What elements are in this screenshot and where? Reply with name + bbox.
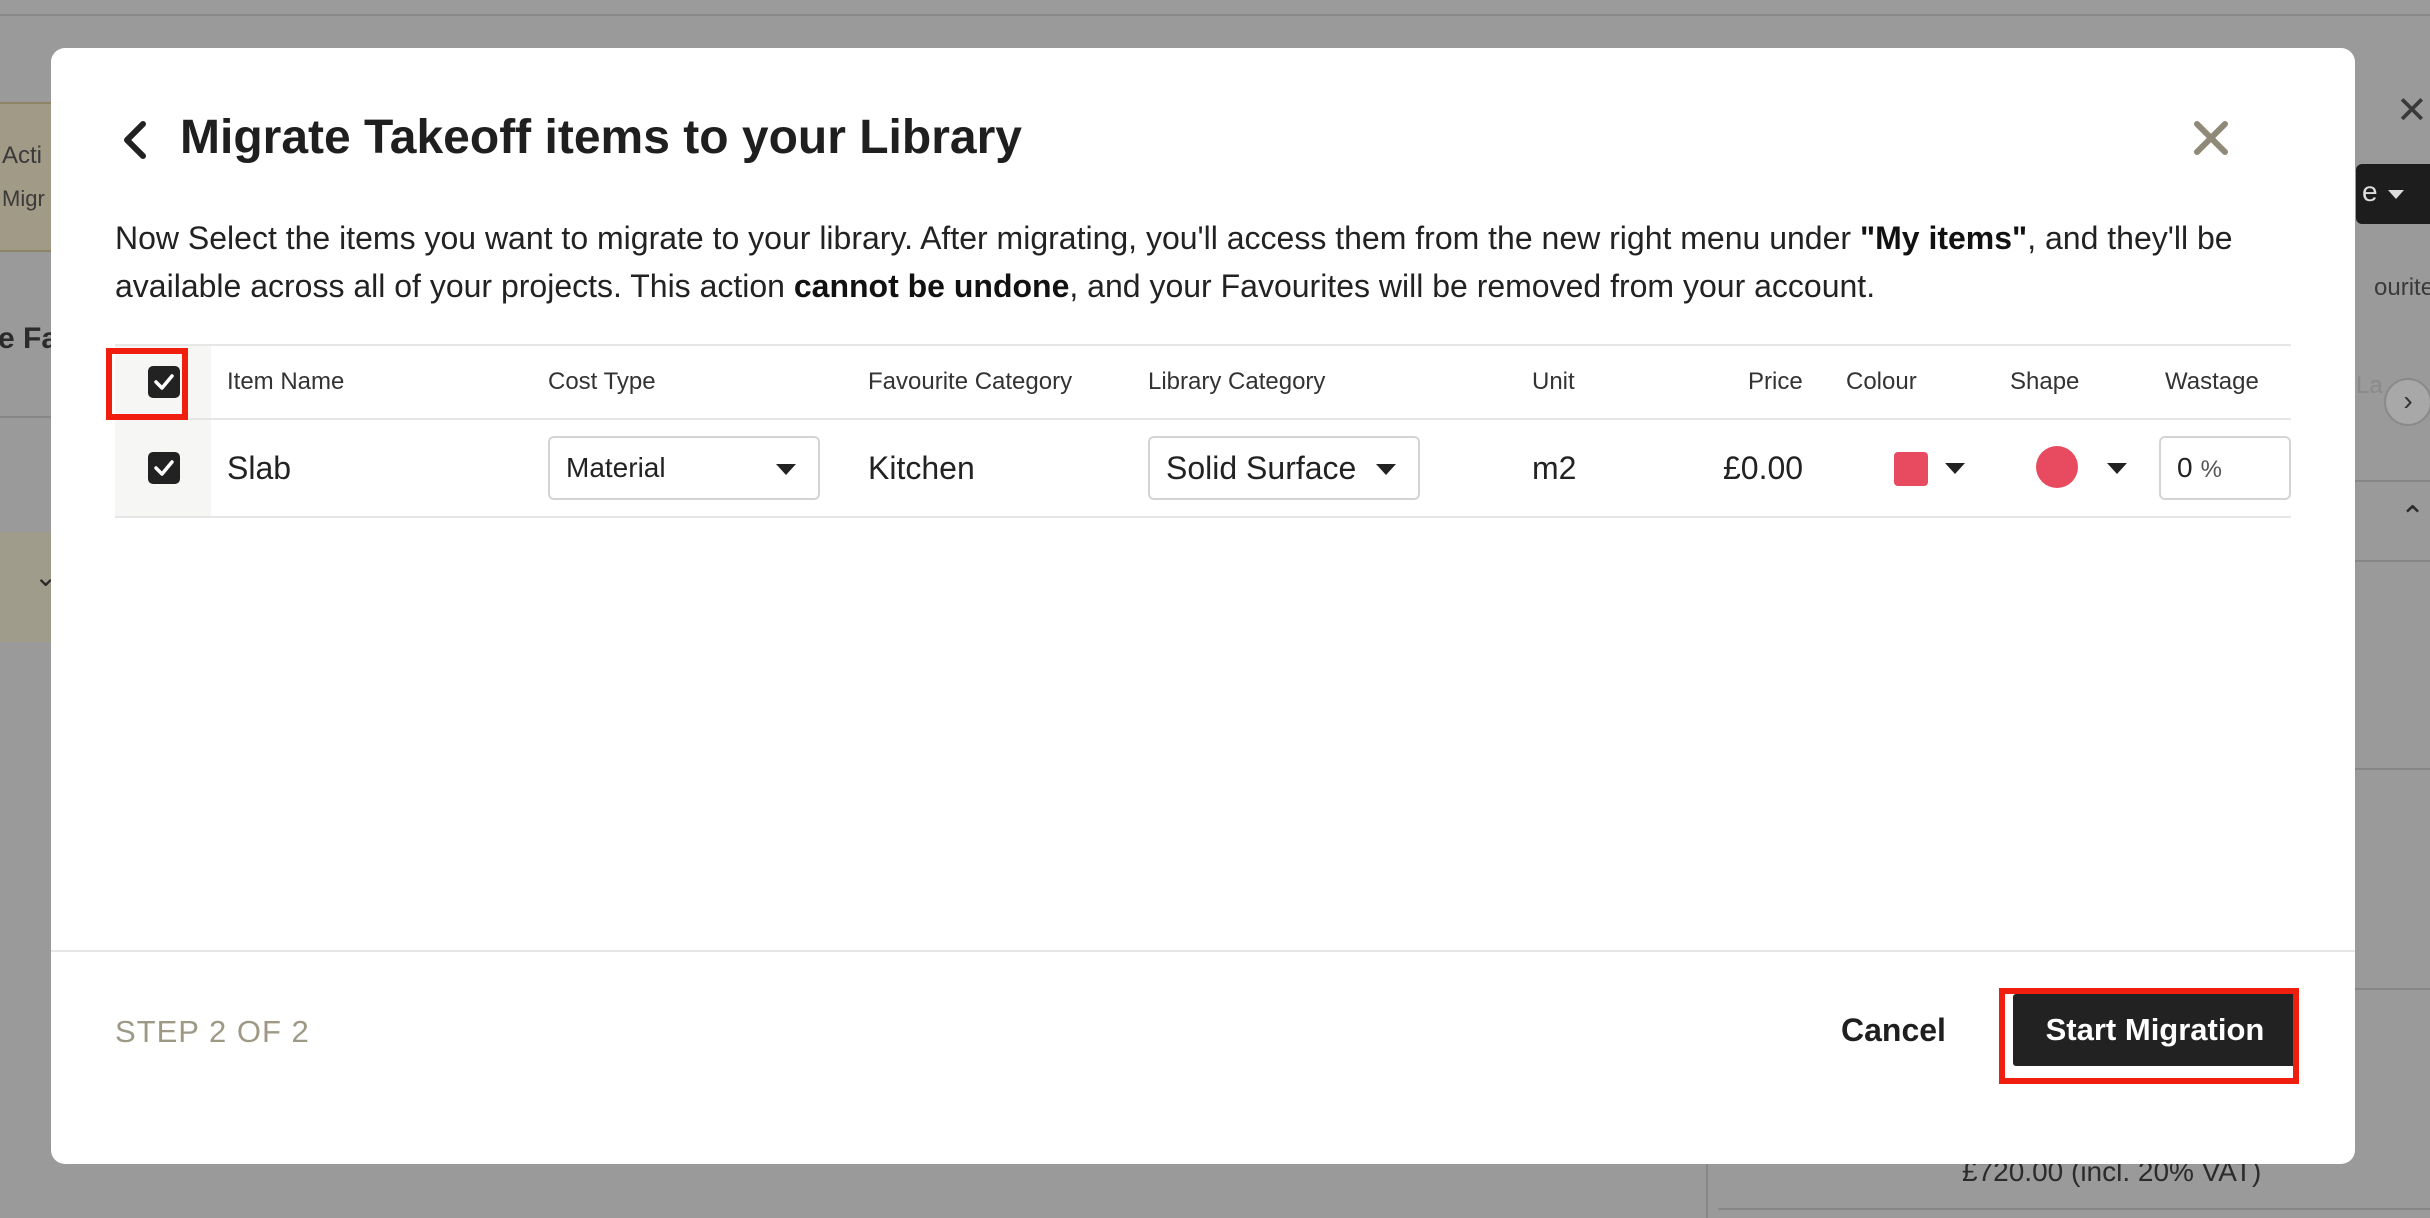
chevron-down-icon [776, 464, 796, 475]
library-category-value: Solid Surface [1166, 450, 1357, 486]
close-button[interactable] [2189, 116, 2233, 160]
description-my-items: "My items" [1859, 220, 2028, 256]
header-unit: Unit [1532, 368, 1575, 395]
background-heading: e Fa [0, 322, 59, 355]
background-chevron-up-icon: ⌃ [2400, 501, 2426, 534]
background-tab-text: La [2356, 372, 2383, 399]
shape-circle-icon[interactable] [2036, 446, 2078, 488]
close-icon [2194, 121, 2228, 155]
description-text-1: Now Select the items you want to migrate… [115, 220, 1860, 256]
library-category-select[interactable]: Solid Surface [1148, 436, 1420, 500]
background-divider-right-4 [2354, 988, 2430, 990]
header-colour: Colour [1846, 368, 1917, 395]
background-close-icon: ✕ [2396, 90, 2428, 132]
table-row: Slab Material Kitchen Solid Surface m2 £… [115, 420, 2291, 518]
chevron-down-icon [1376, 464, 1396, 475]
cancel-button[interactable]: Cancel [1841, 1006, 1946, 1054]
shape-dropdown-icon[interactable] [2107, 463, 2127, 474]
header-shape: Shape [2010, 368, 2080, 395]
background-chevron-down-icon [2388, 190, 2404, 199]
cost-type-value: Material [566, 452, 666, 483]
wastage-input[interactable]: 0% [2159, 436, 2291, 500]
header-cost-type: Cost Type [548, 368, 656, 395]
background-divider-right [2354, 480, 2430, 482]
background-top-bar [0, 0, 2430, 16]
header-wastage: Wastage [2165, 368, 2259, 395]
colour-dropdown-icon[interactable] [1945, 463, 1965, 474]
background-dropdown-button: e [2356, 164, 2430, 224]
background-bottom-divider [1718, 1208, 2430, 1210]
colour-swatch[interactable] [1894, 452, 1928, 486]
background-dropdown-label: e [2362, 176, 2378, 207]
cost-type-select[interactable]: Material [548, 436, 820, 500]
checkmark-icon [154, 374, 174, 390]
description-text-3: , and your Favourites will be removed fr… [1069, 268, 1876, 304]
description-cannot-undo: cannot be undone [793, 268, 1070, 304]
migrate-modal: Migrate Takeoff items to your Library No… [51, 48, 2355, 1164]
row-checkbox[interactable] [148, 452, 180, 484]
wastage-value: 0 [2177, 452, 2193, 483]
header-item-name: Item Name [227, 368, 345, 395]
items-table: Item Name Cost Type Favourite Category L… [115, 344, 2291, 518]
unit-cell: m2 [1532, 450, 1577, 486]
header-price: Price [1748, 368, 1803, 395]
start-migration-button[interactable]: Start Migration [2013, 994, 2297, 1066]
select-all-checkbox[interactable] [148, 366, 180, 398]
header-favourite-category: Favourite Category [868, 368, 1073, 395]
chevron-left-icon [124, 121, 146, 159]
item-name-cell: Slab [227, 450, 292, 486]
background-divider-right-3 [2354, 768, 2430, 770]
background-action-card [0, 102, 54, 252]
background-favourites-text: ourites [2374, 274, 2430, 301]
checkmark-icon [154, 460, 174, 476]
back-button[interactable] [115, 118, 159, 162]
background-divider-right-2 [2354, 560, 2430, 562]
background-chevron-right-icon: › [2384, 378, 2430, 426]
table-header-row: Item Name Cost Type Favourite Category L… [115, 344, 2291, 420]
background-card-subtitle: Migr [2, 186, 45, 211]
price-cell: £0.00 [1723, 450, 1804, 486]
favourite-category-cell: Kitchen [868, 450, 975, 486]
header-library-category: Library Category [1148, 368, 1326, 395]
background-card-title: Acti [2, 142, 43, 169]
modal-footer: STEP 2 OF 2 Cancel Start Migration [51, 950, 2355, 1164]
wastage-unit: % [2200, 456, 2222, 483]
modal-description: Now Select the items you want to migrate… [115, 214, 2355, 310]
background-divider [0, 416, 52, 418]
modal-title: Migrate Takeoff items to your Library [180, 111, 1022, 164]
step-indicator: STEP 2 OF 2 [115, 1014, 310, 1049]
